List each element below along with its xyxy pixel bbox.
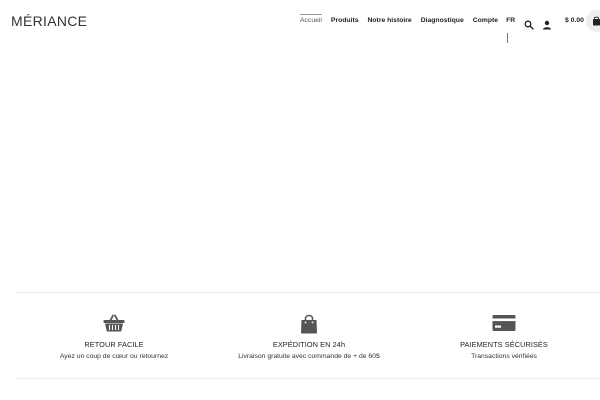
nav-item-compte[interactable]: Compte — [473, 17, 498, 24]
feature-subtitle: Transactions vérifiées — [471, 353, 537, 360]
main-nav: Accueil Produits Notre histoire Diagnost… — [300, 14, 515, 24]
site-logo[interactable]: MÉRIANCE — [11, 13, 87, 29]
feature-title: PAIEMENTS SÉCURISÉS — [460, 340, 548, 349]
shopping-bag-icon — [301, 314, 317, 334]
nav-item-produits[interactable]: Produits — [331, 17, 359, 24]
feature-subtitle: Livraison gratuite avec commande de + de… — [238, 353, 380, 360]
language-selector[interactable]: FR — [506, 17, 515, 24]
header-divider — [507, 33, 508, 43]
user-icon[interactable] — [542, 17, 552, 30]
nav-item-notre-histoire[interactable]: Notre histoire — [368, 17, 412, 24]
site-header: MÉRIANCE Accueil Produits Notre histoire… — [0, 0, 600, 44]
features-top-divider — [16, 292, 600, 293]
shopping-bag-icon — [593, 16, 600, 26]
nav-item-accueil[interactable]: Accueil — [300, 14, 322, 24]
feature-expedition: EXPÉDITION EN 24h Livraison gratuite ave… — [219, 314, 399, 360]
cart-button[interactable] — [586, 10, 600, 32]
feature-title: RETOUR FACILE — [84, 340, 144, 349]
feature-title: EXPÉDITION EN 24h — [272, 340, 346, 349]
feature-subtitle: Ayez un coup de cœur ou retournez — [59, 353, 169, 360]
search-icon[interactable] — [524, 17, 534, 30]
nav-item-diagnostique[interactable]: Diagnostique — [421, 17, 464, 24]
cart-total[interactable]: $ 0.00 — [565, 17, 584, 24]
feature-retour-facile: RETOUR FACILE Ayez un coup de cœur ou re… — [24, 314, 204, 360]
basket-icon — [103, 314, 125, 332]
credit-card-icon — [492, 315, 516, 331]
features-bottom-divider — [16, 378, 600, 379]
feature-paiements: PAIEMENTS SÉCURISÉS Transactions vérifié… — [414, 314, 594, 360]
